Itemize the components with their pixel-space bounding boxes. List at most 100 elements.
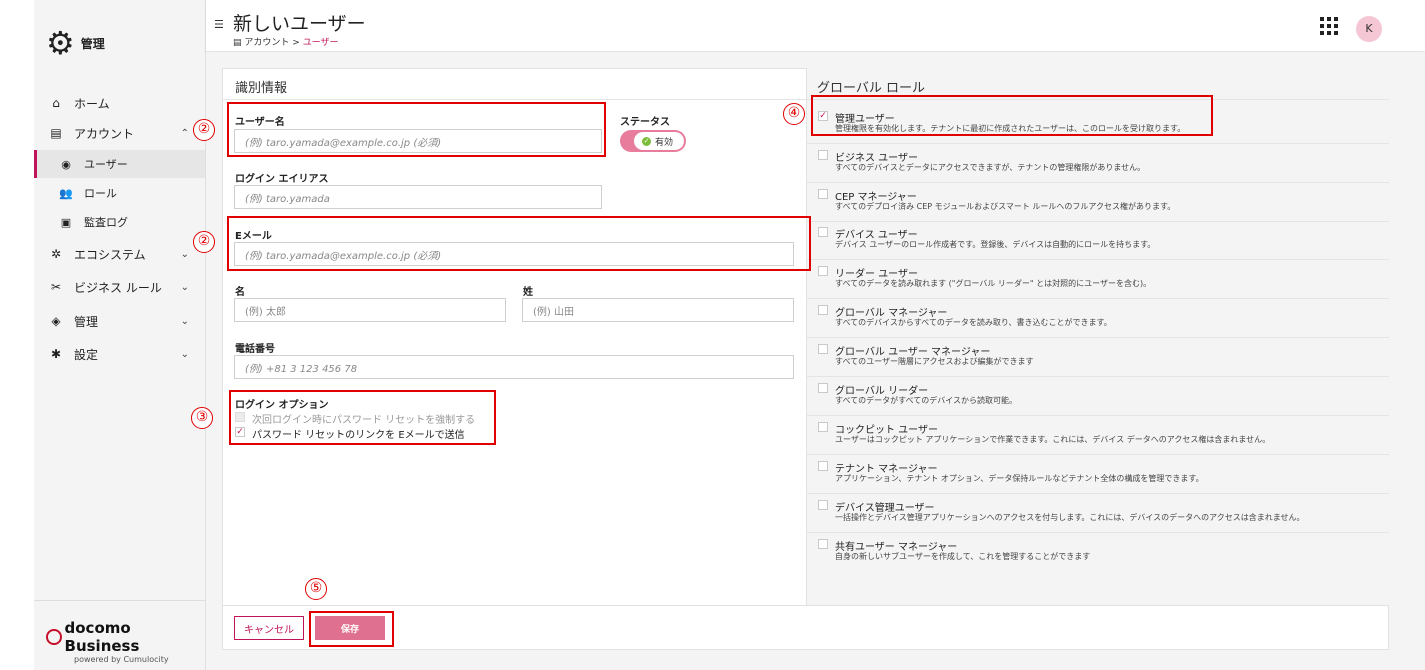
chevron-down-icon: ⌄ — [180, 248, 189, 260]
role-checkbox[interactable] — [818, 305, 828, 315]
powered-by: powered by Cumulocity — [74, 655, 169, 664]
last-name-input[interactable]: (例) 山田 — [522, 298, 794, 322]
breadcrumb-parent[interactable]: アカウント — [244, 38, 289, 48]
role-description: すべてのデータがすべてのデバイスから読取可能。 — [835, 396, 1017, 405]
cancel-button[interactable]: キャンセル — [234, 616, 304, 640]
login-alias-input[interactable]: (例) taro.yamada — [234, 185, 602, 209]
chevron-down-icon: ⌄ — [180, 348, 189, 360]
check-icon: ✓ — [642, 136, 651, 146]
role-checkbox[interactable] — [818, 500, 828, 510]
gear-logo-icon: ⚙ — [46, 24, 75, 62]
business-rules-icon: ✂ — [50, 280, 62, 294]
roles-icon: 👥 — [59, 186, 73, 200]
role-checkbox[interactable] — [818, 461, 828, 471]
sidebar-subitem-audit-log[interactable]: ▣ 監査ログ — [34, 208, 205, 236]
chevron-down-icon: ⌄ — [180, 281, 189, 293]
annotation-mark-2b: ② — [193, 231, 215, 253]
sidebar-item-settings[interactable]: ✱ 設定 ⌄ — [34, 339, 205, 369]
sidebar-subitem-users[interactable]: ◉ ユーザー — [34, 150, 205, 178]
role-description: すべてのデータを読み取れます ("グローバル リーダー" とは対照的にユーザーを… — [835, 279, 1152, 288]
account-icon: ▤ — [50, 126, 62, 140]
status-toggle[interactable]: ✓ 有効 — [620, 130, 686, 152]
app-switcher-icon[interactable] — [1320, 17, 1338, 35]
role-checkbox[interactable] — [818, 189, 828, 199]
sidebar-item-admin[interactable]: ◈ 管理 ⌄ — [34, 306, 205, 336]
home-icon: ⌂ — [52, 96, 60, 110]
admin-icon: ◈ — [51, 314, 61, 328]
sidebar-subitem-roles[interactable]: 👥 ロール — [34, 179, 205, 207]
phone-input[interactable]: (例) +81 3 123 456 78 — [234, 355, 794, 379]
breadcrumb-separator: > — [292, 38, 300, 48]
role-checkbox[interactable] — [818, 344, 828, 354]
annotation-box-admin-role — [811, 95, 1213, 136]
last-name-label: 姓 — [523, 287, 533, 298]
annotation-box-save — [309, 611, 394, 647]
breadcrumb-account-icon: ▤ — [233, 38, 242, 48]
sidebar-item-label: 設定 — [74, 347, 99, 362]
sidebar-item-home[interactable]: ⌂ ホーム — [34, 88, 205, 118]
role-divider — [807, 259, 1389, 260]
role-divider — [807, 454, 1389, 455]
role-description: 自身の新しいサブユーザーを作成して、これを管理することができます — [835, 552, 1091, 561]
role-checkbox[interactable] — [818, 422, 828, 432]
role-checkbox[interactable] — [818, 150, 828, 160]
sidebar-subitem-label: ロール — [84, 187, 117, 200]
sidebar-footer: docomo Business powered by Cumulocity — [34, 600, 205, 670]
global-roles-title: グローバル ロール — [817, 81, 926, 96]
annotation-mark-4: ④ — [783, 103, 805, 125]
role-divider — [807, 337, 1389, 338]
ecosystem-icon: ✲ — [50, 247, 62, 261]
identity-divider — [223, 99, 806, 100]
role-checkbox[interactable] — [818, 266, 828, 276]
breadcrumb-current[interactable]: ユーザー — [303, 38, 339, 48]
sidebar-item-ecosystem[interactable]: ✲ エコシステム ⌄ — [34, 239, 205, 269]
annotation-box-username — [227, 102, 606, 157]
first-name-label: 名 — [235, 287, 245, 298]
user-avatar[interactable]: K — [1356, 16, 1382, 42]
app-logo: ⚙ 管理 — [46, 24, 105, 62]
status-toggle-knob: ✓ 有効 — [634, 132, 684, 150]
sidebar-item-business-rules[interactable]: ✂ ビジネス ルール ⌄ — [34, 272, 205, 302]
role-divider — [807, 493, 1389, 494]
sidebar-item-account[interactable]: ▤ アカウント ⌃ — [34, 118, 205, 148]
sidebar-item-label: ホーム — [74, 96, 110, 111]
role-checkbox[interactable] — [818, 539, 828, 549]
sidebar: ⚙ 管理 ⌂ ホーム ▤ アカウント ⌃ ◉ ユーザー 👥 ロール ▣ 監査ログ… — [34, 0, 206, 670]
annotation-mark-5: ⑤ — [305, 578, 327, 600]
role-description: すべてのデバイスとデータにアクセスできますが、テナントの管理権限がありません。 — [835, 163, 1146, 172]
sidebar-item-label: 管理 — [74, 314, 99, 329]
identity-section-title: 識別情報 — [235, 81, 288, 96]
app-logo-label: 管理 — [80, 36, 105, 51]
footer-divider — [222, 605, 1389, 606]
role-divider — [807, 376, 1389, 377]
settings-icon: ✱ — [50, 347, 62, 361]
status-label: ステータス — [620, 117, 670, 128]
role-description: デバイス ユーザーのロール作成者です。登録後、デバイスは自動的にロールを持ちます… — [835, 240, 1156, 249]
brand-name: docomo Business — [64, 619, 140, 655]
annotation-box-email — [227, 216, 811, 271]
role-description: ユーザーはコックピット アプリケーションで作業できます。これには、デバイス デー… — [835, 435, 1271, 444]
sidebar-subitem-label: 監査ログ — [84, 216, 128, 229]
first-name-input[interactable]: (例) 太郎 — [234, 298, 506, 322]
login-alias-label: ログイン エイリアス — [235, 174, 329, 185]
sidebar-item-label: アカウント — [74, 126, 135, 141]
role-checkbox[interactable] — [818, 383, 828, 393]
chevron-down-icon: ⌄ — [180, 315, 189, 327]
role-divider — [807, 532, 1389, 533]
role-description: アプリケーション、テナント オプション、データ保持ルールなどテナント全体の構成を… — [835, 474, 1204, 483]
sidebar-item-label: エコシステム — [74, 247, 146, 262]
role-description: すべてのデバイスからすべてのデータを読み取り、書き込むことができます。 — [835, 318, 1112, 327]
menu-toggle-icon[interactable]: ☰ — [214, 18, 224, 31]
role-checkbox[interactable] — [818, 227, 828, 237]
chevron-up-icon: ⌃ — [180, 127, 189, 139]
role-description: 一括操作とデバイス管理アプリケーションへのアクセスを付与します。これには、デバイ… — [835, 513, 1305, 522]
annotation-mark-2a: ② — [193, 119, 215, 141]
page-title: 新しいユーザー — [233, 13, 366, 35]
page-header: ☰ 新しいユーザー ▤ アカウント > ユーザー K — [206, 0, 1425, 52]
sidebar-subitem-label: ユーザー — [84, 158, 128, 171]
role-divider — [807, 182, 1389, 183]
sidebar-item-label: ビジネス ルール — [74, 280, 162, 295]
audit-log-icon: ▣ — [60, 215, 72, 229]
user-icon: ◉ — [61, 157, 71, 171]
role-divider — [807, 298, 1389, 299]
